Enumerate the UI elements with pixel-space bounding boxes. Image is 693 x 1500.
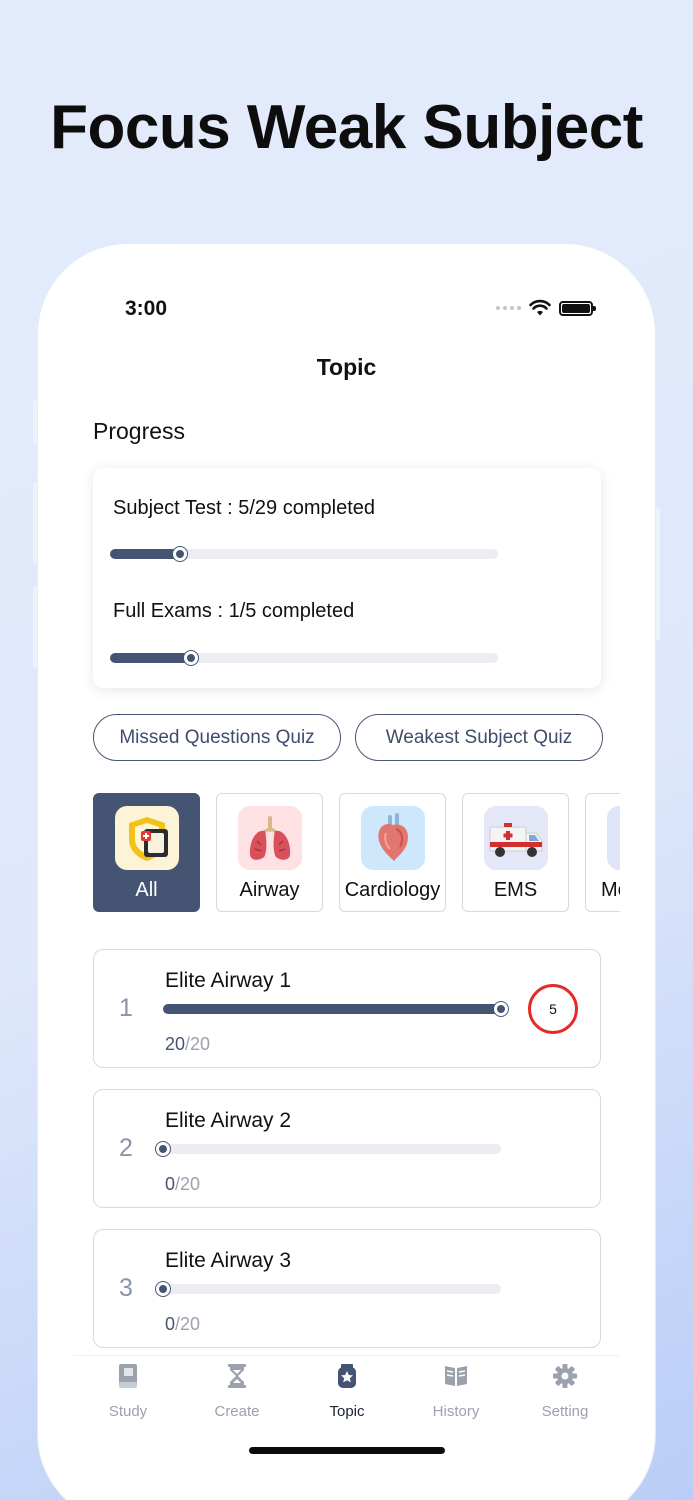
ambulance-icon: [484, 806, 548, 870]
tab-label: Create: [214, 1403, 260, 1420]
topic-progress: [156, 1282, 501, 1296]
tab-label: Setting: [541, 1403, 589, 1420]
signal-icon: [496, 306, 521, 310]
phone-frame: 3:00 Topic Progress Subject Test : 5/29 …: [38, 244, 655, 1500]
topic-title: Elite Airway 3: [165, 1249, 292, 1272]
category-ems[interactable]: EMS: [462, 793, 569, 912]
topic-number: 1: [119, 994, 133, 1022]
topic-title: Elite Airway 2: [165, 1109, 292, 1132]
battery-icon: [559, 300, 596, 316]
tab-topic[interactable]: Topic: [292, 1362, 402, 1420]
progress-knob: [184, 651, 199, 665]
missed-count-badge[interactable]: 5: [528, 984, 578, 1034]
category-label: Cardiology: [344, 879, 441, 901]
home-indicator: [249, 1447, 445, 1454]
tab-label: Topic: [329, 1403, 365, 1420]
category-airway[interactable]: Airway: [216, 793, 323, 912]
topic-done: 0: [165, 1174, 176, 1194]
progress-fill: [110, 653, 192, 663]
weakest-subject-quiz-button[interactable]: Weakest Subject Quiz: [355, 714, 603, 761]
topic-count: 0/20: [165, 1174, 200, 1195]
tab-setting[interactable]: Setting: [510, 1362, 620, 1420]
full-exams-progress: [110, 651, 498, 665]
topic-total: /20: [175, 1314, 201, 1334]
topic-number: 3: [119, 1274, 133, 1302]
subject-test-label: Subject Test : 5/29 completed: [113, 497, 376, 519]
tab-create[interactable]: Create: [182, 1362, 292, 1420]
tab-study[interactable]: Study: [73, 1362, 183, 1420]
topic-done: 0: [165, 1314, 176, 1334]
topic-card[interactable]: 1 Elite Airway 1 20/20 5: [93, 949, 601, 1068]
topic-card[interactable]: 2 Elite Airway 2 0/20: [93, 1089, 601, 1208]
progress-section-title: Progress: [93, 418, 186, 444]
subject-test-progress: [110, 547, 498, 561]
category-me[interactable]: Me: [585, 793, 620, 912]
category-cardiology[interactable]: Cardiology: [339, 793, 446, 912]
topic-total: /20: [175, 1174, 201, 1194]
open-book-icon: [445, 1366, 467, 1386]
wifi-icon: [529, 299, 551, 316]
tab-label: History: [432, 1403, 480, 1420]
topic-number: 2: [119, 1134, 133, 1162]
progress-fill: [163, 1004, 501, 1014]
category-label: Airway: [239, 879, 300, 901]
topic-count: 0/20: [165, 1314, 200, 1335]
progress-fill: [110, 549, 180, 559]
progress-knob: [156, 1142, 170, 1156]
category-label: EMS: [493, 879, 538, 901]
tab-label: Study: [108, 1403, 148, 1420]
topic-card[interactable]: 3 Elite Airway 3 0/20: [93, 1229, 601, 1348]
badge-star-icon: [338, 1364, 356, 1388]
status-icons: [496, 299, 596, 317]
progress-card: Subject Test : 5/29 completed Full Exams…: [93, 468, 601, 688]
category-all[interactable]: All: [93, 793, 200, 912]
headline: Focus Weak Subject: [50, 93, 643, 162]
gear-icon: [553, 1364, 577, 1388]
tab-bar: Study Create Topic History Setting: [73, 1355, 620, 1425]
lungs-icon: [238, 806, 302, 870]
category-label: All: [135, 879, 158, 901]
topic-progress: [163, 1002, 508, 1016]
topic-title: Elite Airway 1: [165, 969, 292, 992]
status-time: 3:00: [125, 297, 168, 320]
progress-knob: [156, 1282, 170, 1296]
hourglass-icon: [228, 1364, 246, 1388]
topic-total: /20: [185, 1034, 211, 1054]
full-exams-label: Full Exams : 1/5 completed: [113, 600, 355, 622]
topic-done: 20: [165, 1034, 186, 1054]
heart-icon: [361, 806, 425, 870]
topic-progress: [156, 1142, 501, 1156]
category-scroller[interactable]: All Airway Cardiology EMS M: [93, 793, 620, 913]
tab-history[interactable]: History: [401, 1362, 511, 1420]
missed-questions-quiz-button[interactable]: Missed Questions Quiz: [93, 714, 341, 761]
all-icon: [115, 806, 179, 870]
category-label: Me: [601, 879, 620, 901]
medical-icon: [607, 806, 620, 870]
book-icon: [119, 1364, 137, 1388]
progress-knob: [494, 1002, 508, 1016]
progress-knob: [172, 547, 187, 561]
page-title: Topic: [316, 354, 377, 380]
topic-count: 20/20: [165, 1034, 210, 1055]
